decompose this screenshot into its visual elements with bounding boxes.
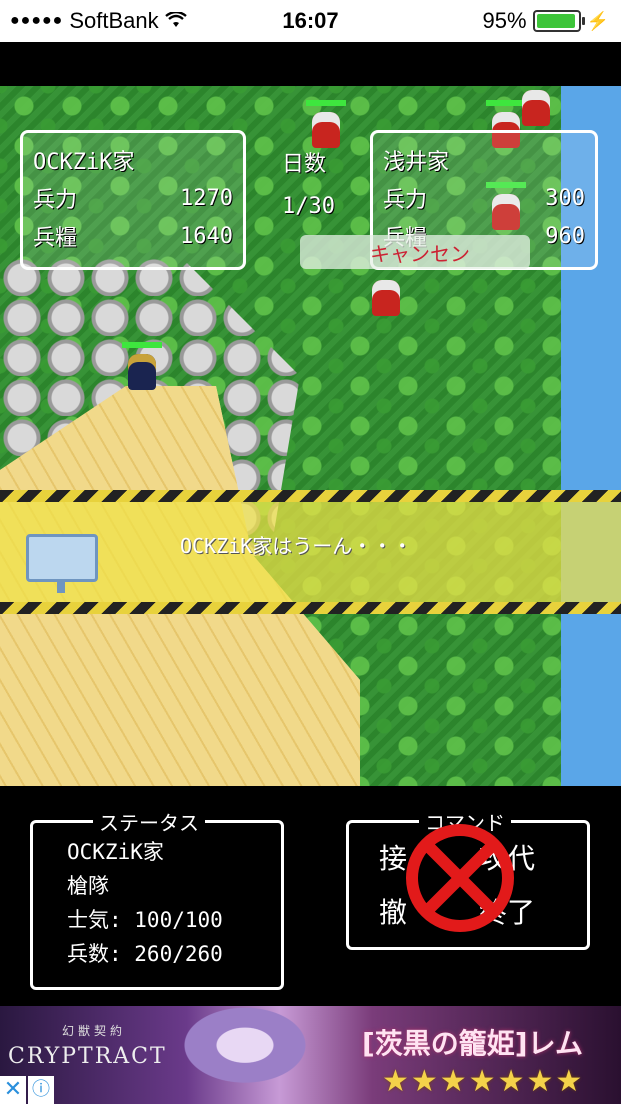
day-counter: 日数 1/30 xyxy=(282,140,362,228)
status-house: OCKZiK家 xyxy=(67,840,164,864)
player-house-name: OCKZiK家 xyxy=(33,150,135,175)
turn-banner: OCKZiK家はうーん・・・ xyxy=(0,490,621,614)
player-samurai-icon xyxy=(128,354,156,390)
status-lines: OCKZiK家 槍隊 士気: 100/100 兵数: 260/260 xyxy=(67,835,223,971)
enemy-soldier-icon xyxy=(522,90,550,126)
status-soldiers: 兵数: 260/260 xyxy=(67,942,223,966)
status-box: ステータス OCKZiK家 槍隊 士気: 100/100 兵数: 260/260 xyxy=(30,807,284,990)
food-label: 兵糧 xyxy=(33,226,78,251)
ad-info-icon[interactable]: ⓘ xyxy=(28,1076,54,1104)
battery-icon xyxy=(532,10,585,32)
troops-value: 1270 xyxy=(180,185,233,211)
player-house-panel: OCKZiK家 兵力 1270 兵糧 1640 xyxy=(20,130,246,270)
enemy-soldier-icon xyxy=(372,280,400,316)
status-title: ステータス xyxy=(93,807,205,836)
enemy-house-name: 浅井家 xyxy=(383,150,450,175)
hazard-stripe-top xyxy=(0,490,621,502)
status-unit-type: 槍隊 xyxy=(67,874,109,898)
banner-message: OCKZiK家はうーん・・・ xyxy=(180,534,413,558)
status-right: 95% ⚡ xyxy=(483,8,609,34)
troops-label: 兵力 xyxy=(383,188,428,213)
ad-title: [茨黒の籠姫]レム xyxy=(362,1027,584,1060)
hazard-stripe-bottom xyxy=(0,602,621,614)
hp-bar xyxy=(122,342,162,348)
status-morale: 士気: 100/100 xyxy=(67,908,223,932)
ad-close-icon[interactable]: ✕ xyxy=(0,1076,26,1104)
hp-bar xyxy=(306,100,346,106)
ad-rating-stars: ★★★★★★★ xyxy=(382,1064,585,1099)
player-unit[interactable] xyxy=(122,342,162,394)
ios-status-bar: ●●●●● SoftBank 16:07 95% ⚡ xyxy=(0,0,621,42)
charging-icon: ⚡ xyxy=(586,10,609,31)
day-label: 日数 xyxy=(282,152,327,177)
troops-label: 兵力 xyxy=(33,188,78,213)
enemy-unit[interactable] xyxy=(366,276,406,320)
battery-percent: 95% xyxy=(482,8,527,33)
ad-logo: CRYPTRACT xyxy=(8,1044,167,1069)
signboard-icon xyxy=(26,534,98,593)
day-value: 1/30 xyxy=(282,193,335,219)
troops-value: 300 xyxy=(545,185,585,211)
commands-disabled-icon xyxy=(406,824,514,932)
food-value: 1640 xyxy=(180,223,233,249)
cancel-toast[interactable]: キャンセン xyxy=(300,235,530,269)
ad-character-image xyxy=(150,1006,340,1104)
ad-banner[interactable]: 幻獣契約 CRYPTRACT [茨黒の籠姫]レム ★★★★★★★ xyxy=(0,1006,621,1104)
enemy-unit[interactable] xyxy=(516,86,556,130)
battery-fill xyxy=(536,14,575,28)
ad-logo-subtitle: 幻獣契約 xyxy=(62,1024,127,1038)
food-value: 960 xyxy=(545,223,585,249)
